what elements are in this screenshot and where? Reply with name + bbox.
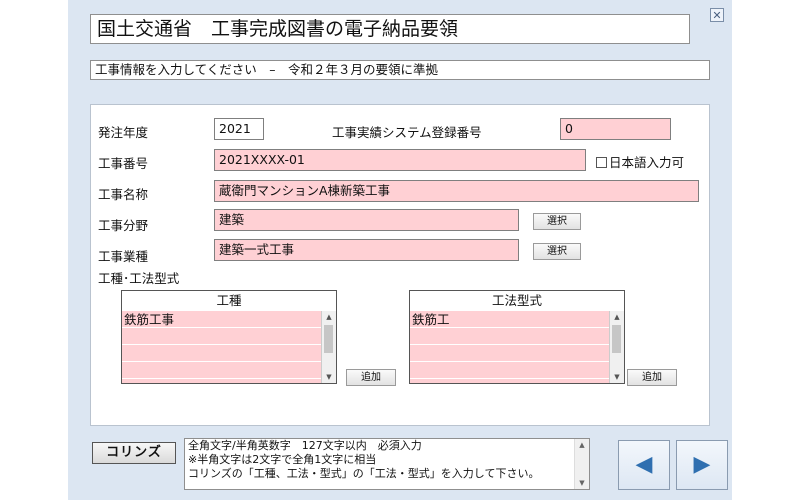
kosyu-scrollbar[interactable]: ▲ ▼ — [321, 311, 336, 383]
registration-no-label: 工事実績システム登録番号 — [332, 125, 482, 140]
kosyu-list-header: 工種 — [122, 291, 336, 312]
kosyu-list-items: 鉄筋工事 — [122, 311, 322, 383]
work-type-select-button[interactable]: 選択 — [533, 243, 581, 260]
list-item[interactable] — [122, 345, 322, 362]
list-item[interactable] — [410, 345, 610, 362]
help-scrollbar[interactable]: ▲ ▼ — [574, 439, 589, 489]
list-item[interactable] — [122, 362, 322, 379]
scroll-thumb[interactable] — [612, 325, 621, 353]
scroll-down-arrow-icon[interactable]: ▼ — [322, 371, 336, 383]
koho-scrollbar[interactable]: ▲ ▼ — [609, 311, 624, 383]
kosyu-add-button[interactable]: 追加 — [346, 369, 396, 386]
prev-button[interactable]: ◀ — [618, 440, 670, 490]
kosyu-listbox[interactable]: 工種 鉄筋工事 ▲ ▼ — [121, 290, 337, 384]
koho-add-button[interactable]: 追加 — [627, 369, 677, 386]
scroll-thumb[interactable] — [324, 325, 333, 353]
list-item[interactable]: 鉄筋工 — [410, 311, 610, 328]
registration-no-input[interactable]: 0 — [560, 118, 671, 140]
list-item[interactable]: 鉄筋工事 — [122, 311, 322, 328]
work-type-input[interactable]: 建築一式工事 — [214, 239, 519, 261]
order-year-input[interactable]: 2021 — [214, 118, 264, 140]
work-field-label: 工事分野 — [98, 218, 149, 233]
koho-listbox[interactable]: 工法型式 鉄筋工 ▲ ▼ — [409, 290, 625, 384]
triangle-right-icon: ▶ — [693, 452, 711, 477]
work-field-input[interactable]: 建築 — [214, 209, 519, 231]
checkbox-icon[interactable] — [596, 157, 607, 168]
japanese-input-checkbox[interactable]: 日本語入力可 — [596, 152, 684, 171]
help-text-box: 全角文字/半角英数字 127文字以内 必須入力 ※半角文字は2文字で全角1文字に… — [184, 438, 590, 490]
work-name-input[interactable]: 蔵衛門マンションA棟新築工事 — [214, 180, 699, 202]
next-button[interactable]: ▶ — [676, 440, 728, 490]
help-line: 全角文字/半角英数字 127文字以内 必須入力 — [188, 439, 422, 452]
koho-list-header: 工法型式 — [410, 291, 624, 312]
work-no-label: 工事番号 — [98, 156, 149, 171]
scroll-up-arrow-icon[interactable]: ▲ — [575, 439, 589, 451]
help-line: コリンズの「工種、工法・型式」の「工法・型式」を入力して下さい。 — [188, 467, 540, 480]
work-no-input[interactable]: 2021XXXX-01 — [214, 149, 586, 171]
window-title: 国土交通省 工事完成図書の電子納品要領 — [90, 14, 690, 44]
corins-button[interactable]: コリンズ — [92, 442, 176, 464]
help-line: ※半角文字は2文字で全角1文字に相当 — [188, 453, 377, 466]
scroll-down-arrow-icon[interactable]: ▼ — [575, 477, 589, 489]
triangle-left-icon: ◀ — [635, 452, 653, 477]
close-icon[interactable]: ✕ — [710, 8, 724, 22]
order-year-label: 発注年度 — [98, 125, 149, 140]
scroll-up-arrow-icon[interactable]: ▲ — [322, 311, 336, 323]
section-label: 工種･工法型式 — [98, 271, 180, 286]
list-item[interactable] — [122, 328, 322, 345]
work-field-select-button[interactable]: 選択 — [533, 213, 581, 230]
koho-list-items: 鉄筋工 — [410, 311, 610, 383]
scroll-up-arrow-icon[interactable]: ▲ — [610, 311, 624, 323]
work-name-label: 工事名称 — [98, 187, 149, 202]
work-type-label: 工事業種 — [98, 249, 149, 264]
instruction-bar: 工事情報を入力してください – 令和２年３月の要領に準拠 — [90, 60, 710, 80]
list-item[interactable] — [410, 362, 610, 379]
scroll-down-arrow-icon[interactable]: ▼ — [610, 371, 624, 383]
japanese-input-label: 日本語入力可 — [609, 155, 685, 170]
list-item[interactable] — [410, 328, 610, 345]
